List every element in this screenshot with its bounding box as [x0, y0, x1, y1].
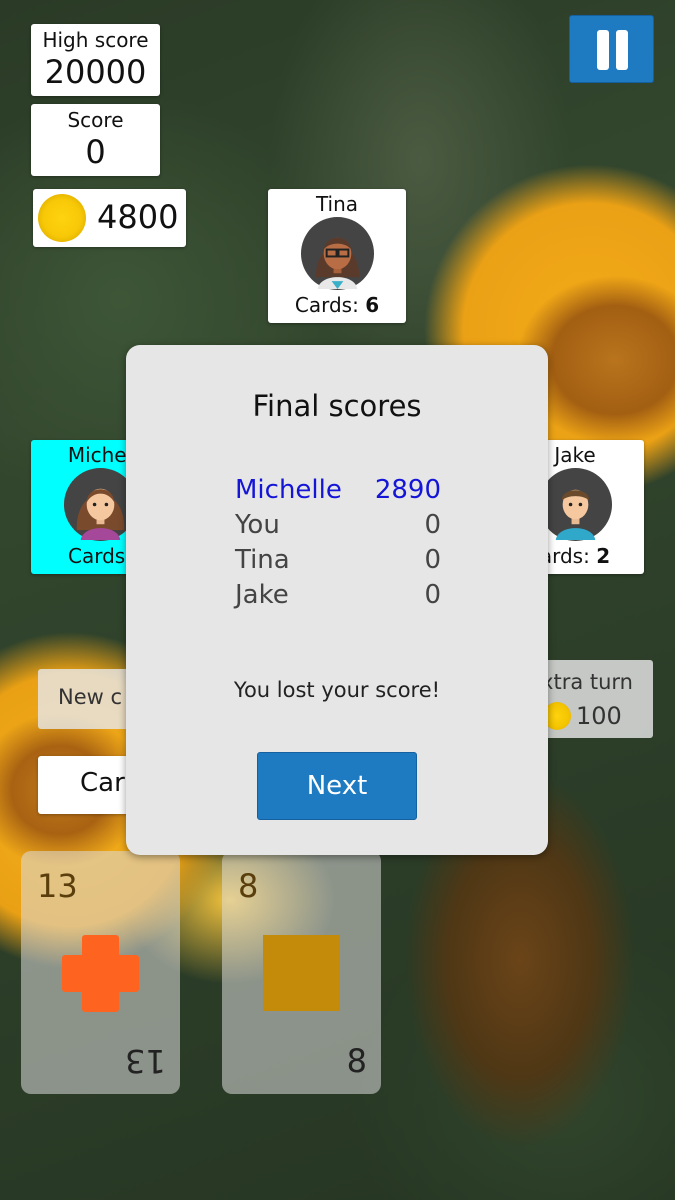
player-card-tina: Tina Cards: 6	[268, 189, 406, 323]
player-name: Tina	[315, 192, 359, 216]
card-value-bottom: 8	[346, 1042, 367, 1080]
score-row-name: Michelle	[235, 475, 342, 505]
avatar-icon	[300, 216, 375, 291]
card-value-bottom: 13	[125, 1042, 166, 1080]
high-score-value: 20000	[44, 53, 147, 91]
cards-button-label: Car	[80, 768, 125, 798]
coin-icon	[38, 194, 86, 242]
score-row-value: 0	[424, 510, 441, 540]
score-row-value: 2890	[374, 475, 441, 505]
score-label: Score	[67, 108, 124, 132]
hand-card[interactable]: 13 13	[21, 851, 180, 1094]
score-row-name: You	[235, 510, 280, 540]
extra-turn-cost: 100	[576, 702, 622, 730]
score-row: Tina 0	[235, 545, 441, 581]
square-shape-icon	[263, 935, 340, 1011]
score-row: Michelle 2890	[235, 475, 441, 511]
card-value-top: 13	[37, 867, 78, 905]
score-panel: Score 0	[31, 104, 160, 176]
next-button[interactable]: Next	[257, 752, 417, 820]
card-value-top: 8	[238, 867, 259, 905]
new-card-label: New c	[58, 685, 123, 709]
score-row: Jake 0	[235, 580, 441, 616]
final-scores-dialog: Final scores Michelle 2890 You 0 Tina 0 …	[126, 345, 548, 855]
dialog-title: Final scores	[252, 389, 422, 423]
coin-balance-panel: 4800	[33, 189, 186, 247]
high-score-panel: High score 20000	[31, 24, 160, 96]
hand-card[interactable]: 8 8	[222, 851, 381, 1094]
score-row-value: 0	[424, 545, 441, 575]
pause-icon	[597, 30, 609, 70]
score-value: 0	[85, 133, 106, 171]
score-row-name: Jake	[235, 580, 289, 610]
avatar-icon	[538, 467, 613, 542]
high-score-label: High score	[42, 28, 149, 52]
player-card-count: Cards: 6	[294, 293, 380, 317]
score-row: You 0	[235, 510, 441, 546]
score-row-value: 0	[424, 580, 441, 610]
coin-balance-value: 4800	[97, 198, 179, 236]
score-row-name: Tina	[235, 545, 290, 575]
result-message: You lost your score!	[233, 678, 441, 702]
pause-button[interactable]	[569, 15, 654, 83]
